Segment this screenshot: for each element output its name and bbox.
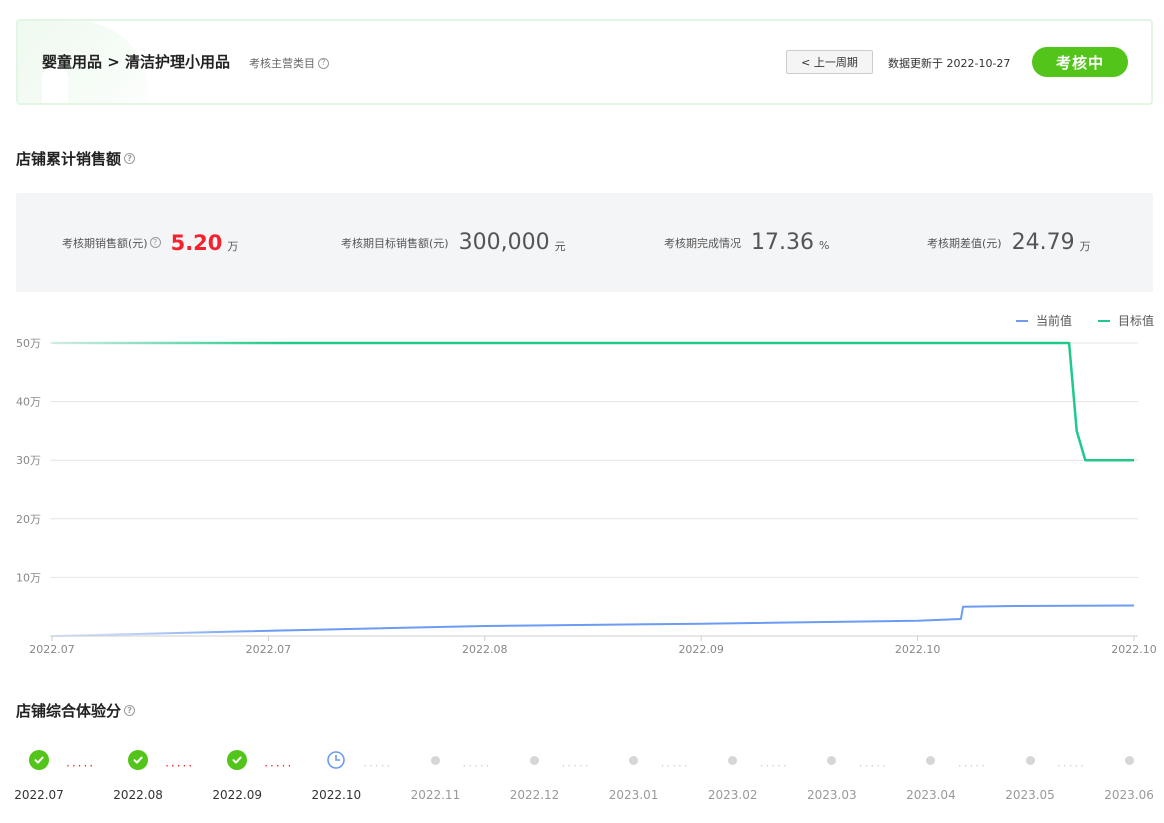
metric-value: 5.20 [170, 230, 223, 255]
pending-dot-icon[interactable] [425, 750, 445, 770]
x-tick-label: 2022.09 [678, 643, 724, 656]
pending-dot-icon[interactable] [624, 750, 644, 770]
metric-gap: 考核期差值(元) 24.79 万 [927, 193, 1091, 292]
status-badge[interactable]: 考核中 [1032, 47, 1128, 77]
timeline-month-label: 2023.06 [1104, 788, 1154, 802]
y-tick-label: 40万 [16, 396, 41, 409]
metric-value: 24.79 [1011, 230, 1075, 255]
timeline-connector: ····· [165, 759, 195, 773]
metric-label: 考核期完成情况 [664, 236, 741, 250]
pending-dot-icon[interactable] [1119, 750, 1139, 770]
metric-value: 300,000 [458, 230, 550, 255]
metric-unit: % [818, 239, 830, 252]
y-tick-label: 10万 [16, 571, 41, 584]
metric-sales: 考核期销售额(元) ? 5.20 万 [62, 193, 238, 292]
category-hint-label: 考核主营类目 [249, 57, 315, 70]
help-icon[interactable]: ? [124, 153, 136, 164]
timeline-connector: ····· [462, 759, 492, 773]
y-tick-label: 50万 [16, 337, 41, 350]
timeline-month-label: 2023.02 [707, 788, 758, 802]
pending-dot-icon[interactable] [921, 750, 941, 770]
experience-timeline: 2022.07 ····· 2022.08 ····· 2022.09 ····· 2022… [0, 740, 1164, 820]
timeline-month-label: 2022.12 [509, 788, 560, 802]
check-circle-icon[interactable] [29, 750, 49, 770]
timeline-month-label: 2022.10 [311, 788, 362, 802]
timeline-month-label: 2023.03 [806, 788, 857, 802]
timeline-connector: ····· [66, 759, 96, 773]
pending-dot-icon[interactable] [525, 750, 545, 770]
timeline-connector: ····· [561, 759, 591, 773]
experience-section-title: 店铺综合体验分 ? [16, 700, 136, 721]
timeline-month-label: 2023.05 [1005, 788, 1055, 802]
category-path: 婴童用品 > 清洁护理小用品 [42, 53, 231, 71]
pending-dot-icon[interactable] [1020, 750, 1040, 770]
timeline-connector: ····· [759, 759, 789, 773]
sales-section-title: 店铺累计销售额 ? [16, 148, 136, 169]
chart-canvas: 10万 20万 30万 40万 50万 2022.07 2022.07 2022.08 2022… [16, 337, 1157, 656]
metric-unit: 元 [554, 239, 566, 253]
clock-icon[interactable] [326, 750, 346, 770]
timeline-connector: ····· [660, 759, 690, 773]
help-icon[interactable]: ? [124, 705, 136, 716]
series-line-current [51, 604, 1135, 637]
prev-period-button[interactable]: < 上一周期 [786, 50, 873, 74]
timeline-connector: ····· [957, 759, 987, 773]
metric-label: 考核期差值(元) [927, 236, 1002, 250]
check-circle-icon[interactable] [227, 750, 248, 770]
metric-label: 考核期目标销售额(元) [341, 236, 449, 250]
y-tick-label: 30万 [16, 454, 41, 467]
timeline-month-label: 2022.08 [113, 788, 163, 802]
timeline-month-label: 2023.01 [608, 788, 659, 802]
timeline-month-label: 2022.09 [212, 788, 262, 802]
x-tick-label: 2022.10 [895, 643, 941, 656]
timeline-connector: ····· [1057, 759, 1087, 773]
experience-section-title-text: 店铺综合体验分 [16, 702, 122, 720]
category-hint: 考核主营类目 ? [249, 55, 329, 71]
timeline-month-label: 2023.04 [906, 788, 956, 802]
check-circle-icon[interactable] [128, 750, 149, 770]
metric-value: 17.36 [751, 230, 814, 255]
pending-dot-icon[interactable] [723, 750, 743, 770]
metric-unit: 万 [1079, 239, 1091, 253]
help-icon[interactable]: ? [149, 237, 161, 248]
x-tick-label: 2022.10 [1111, 643, 1157, 656]
y-tick-label: 20万 [16, 513, 41, 526]
metric-label-text: 考核期销售额(元) [62, 236, 148, 250]
help-icon[interactable]: ? [318, 57, 329, 69]
sales-section-title-text: 店铺累计销售额 [16, 150, 122, 168]
x-tick-label: 2022.08 [462, 643, 508, 656]
data-update-time: 数据更新于 2022-10-27 [888, 57, 1011, 70]
x-tick-label: 2022.07 [29, 643, 75, 656]
sales-line-chart: 当前值 目标值 10万 20万 30万 40万 50万 2022.07 2022.07 202… [0, 300, 1164, 670]
timeline-connector: ····· [363, 759, 393, 773]
metric-completion: 考核期完成情况 17.36 % [664, 193, 829, 292]
metrics-panel: 考核期销售额(元) ? 5.20 万 考核期目标销售额(元) 300,000 元… [16, 193, 1153, 292]
timeline-month-label: 2022.11 [410, 788, 461, 802]
metric-unit: 万 [227, 239, 239, 253]
metric-target: 考核期目标销售额(元) 300,000 元 [341, 193, 566, 292]
timeline-connector: ····· [858, 759, 888, 773]
x-tick-label: 2022.07 [246, 643, 292, 656]
metric-label: 考核期销售额(元) ? [62, 235, 161, 251]
pending-dot-icon[interactable] [822, 750, 842, 770]
timeline-connector: ····· [264, 759, 294, 773]
timeline-month-label: 2022.07 [14, 788, 64, 802]
category-header-card: 婴童用品 > 清洁护理小用品 考核主营类目 ? < 上一周期 数据更新于 202… [16, 19, 1153, 105]
